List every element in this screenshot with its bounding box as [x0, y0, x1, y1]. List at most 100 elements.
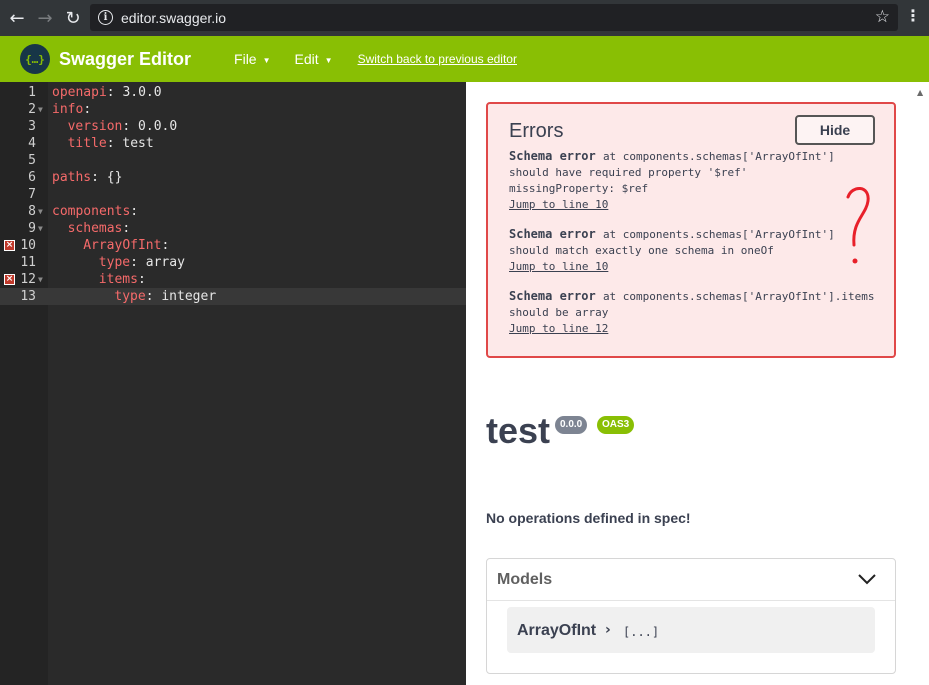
fold-toggle-icon[interactable]: ▼: [38, 203, 43, 220]
yaml-colon: :: [83, 102, 92, 117]
yaml-value: {}: [106, 170, 123, 185]
line-number: 1: [28, 85, 36, 100]
api-title: test: [486, 410, 551, 451]
model-item[interactable]: ArrayOfInt › [...]: [507, 607, 875, 653]
code-line[interactable]: 1 openapi: 3.0.0: [0, 84, 466, 101]
edit-menu-label[interactable]: Edit: [295, 51, 319, 67]
line-number: 4: [28, 136, 36, 151]
fold-toggle-icon[interactable]: ▼: [38, 101, 43, 118]
line-number: 6: [28, 170, 36, 185]
bookmark-star-icon[interactable]: ☆: [875, 7, 890, 27]
code-text[interactable]: type: array: [52, 254, 185, 271]
yaml-key: components: [52, 204, 131, 219]
code-line[interactable]: 8 ▼ components:: [0, 203, 466, 220]
error-message: should have required property '$ref': [509, 166, 748, 179]
code-text[interactable]: ArrayOfInt:: [52, 237, 169, 254]
swagger-topbar: {…} Swagger Editor File ▼ Edit ▼ Switch ba…: [0, 36, 929, 82]
error-location: at components.schemas['ArrayOfInt']: [602, 150, 835, 163]
jump-to-line-link[interactable]: Jump to line 12: [509, 321, 874, 337]
file-menu[interactable]: File ▼: [234, 51, 270, 67]
error-type: Schema error: [509, 149, 596, 163]
model-name[interactable]: ArrayOfInt: [517, 622, 596, 640]
version-badge: 0.0.0: [555, 416, 588, 434]
line-number: 5: [28, 153, 36, 168]
code-text[interactable]: items:: [52, 271, 146, 288]
code-line[interactable]: 7: [0, 186, 466, 203]
yaml-colon: :: [137, 272, 146, 287]
yaml-colon: :: [106, 85, 115, 100]
code-text[interactable]: schemas:: [52, 220, 131, 237]
models-section: Models ArrayOfInt › [...]: [486, 558, 896, 674]
address-bar[interactable]: i editor.swagger.io ☆: [90, 4, 898, 31]
yaml-key: ArrayOfInt: [83, 238, 162, 253]
edit-menu[interactable]: Edit ▼: [295, 51, 333, 67]
jump-to-line-link[interactable]: Jump to line 10: [509, 259, 835, 275]
models-title[interactable]: Models: [497, 571, 552, 589]
file-menu-label[interactable]: File: [234, 51, 257, 67]
code-line[interactable]: 10 × ArrayOfInt:: [0, 237, 466, 254]
yaml-colon: :: [130, 255, 138, 270]
yaml-colon: :: [106, 136, 115, 151]
fold-toggle-icon[interactable]: ▼: [38, 220, 43, 237]
code-editor[interactable]: 1 openapi: 3.0.0 2 ▼ info: 3 version: 0.0.0 4 ti…: [0, 82, 466, 685]
code-text[interactable]: paths: {}: [52, 169, 122, 186]
line-number: 9: [28, 221, 36, 236]
jump-to-line-link[interactable]: Jump to line 10: [509, 197, 835, 213]
code-line[interactable]: 5: [0, 152, 466, 169]
swagger-logo: {…}: [20, 44, 50, 74]
yaml-value: test: [122, 136, 154, 151]
info-icon[interactable]: i: [98, 10, 113, 25]
model-collapsed-content[interactable]: [...]: [623, 625, 659, 639]
code-text[interactable]: type: integer: [52, 288, 216, 305]
preview-scrollbar[interactable]: ▲: [913, 82, 929, 685]
browser-toolbar: ← → ↻ i editor.swagger.io ☆ ⋮: [0, 0, 929, 36]
models-header[interactable]: Models: [487, 559, 895, 601]
scroll-up-icon[interactable]: ▲: [917, 88, 923, 97]
line-number: 3: [28, 119, 36, 134]
error-detail: missingProperty: $ref: [509, 182, 649, 195]
url-text[interactable]: editor.swagger.io: [121, 10, 226, 26]
yaml-colon: :: [145, 289, 154, 304]
code-line[interactable]: 6 paths: {}: [0, 169, 466, 186]
chevron-down-icon[interactable]: [857, 568, 877, 590]
reload-icon[interactable]: ↻: [58, 3, 88, 33]
error-type: Schema error: [509, 227, 596, 241]
code-line[interactable]: 11 type: array: [0, 254, 466, 271]
hide-errors-button[interactable]: Hide: [795, 115, 875, 145]
error-marker-icon[interactable]: ×: [4, 274, 15, 285]
error-message: should be array: [509, 306, 609, 319]
error-type: Schema error: [509, 289, 596, 303]
expand-arrow-icon[interactable]: ›: [605, 622, 611, 638]
forward-arrow-icon[interactable]: →: [30, 3, 60, 33]
code-line[interactable]: 9 ▼ schemas:: [0, 220, 466, 237]
errors-panel: Errors Hide Schema error at components.s…: [486, 102, 896, 358]
switch-editor-link[interactable]: Switch back to previous editor: [358, 52, 517, 66]
code-line[interactable]: 3 version: 0.0.0: [0, 118, 466, 135]
yaml-key: items: [98, 272, 138, 287]
yaml-key: openapi: [52, 85, 107, 100]
code-text[interactable]: components:: [52, 203, 138, 220]
code-line[interactable]: 4 title: test: [0, 135, 466, 152]
question-mark-annotation: [846, 187, 870, 264]
yaml-colon: :: [91, 170, 99, 185]
fold-toggle-icon[interactable]: ▼: [38, 271, 43, 288]
error-item: Schema error at components.schemas['Arra…: [509, 288, 874, 337]
yaml-key: type: [98, 255, 131, 270]
error-marker-icon[interactable]: ×: [4, 240, 15, 251]
code-text[interactable]: info:: [52, 101, 91, 118]
yaml-value: 3.0.0: [122, 85, 162, 100]
code-text[interactable]: version: 0.0.0: [52, 118, 178, 135]
code-text[interactable]: openapi: 3.0.0: [52, 84, 162, 101]
code-text[interactable]: title: test: [52, 135, 154, 152]
code-line[interactable]: 13 type: integer: [0, 288, 466, 305]
code-line[interactable]: 12 × ▼ items:: [0, 271, 466, 288]
yaml-value: 0.0.0: [138, 119, 178, 134]
back-arrow-icon[interactable]: ←: [2, 3, 32, 33]
yaml-key: paths: [52, 170, 92, 185]
code-line[interactable]: 2 ▼ info:: [0, 101, 466, 118]
line-number: 11: [20, 255, 36, 270]
error-message: should match exactly one schema in oneOf: [509, 244, 774, 257]
yaml-key: version: [67, 119, 123, 134]
caret-down-icon: ▼: [324, 55, 333, 65]
browser-menu-icon[interactable]: ⋮: [905, 6, 921, 25]
